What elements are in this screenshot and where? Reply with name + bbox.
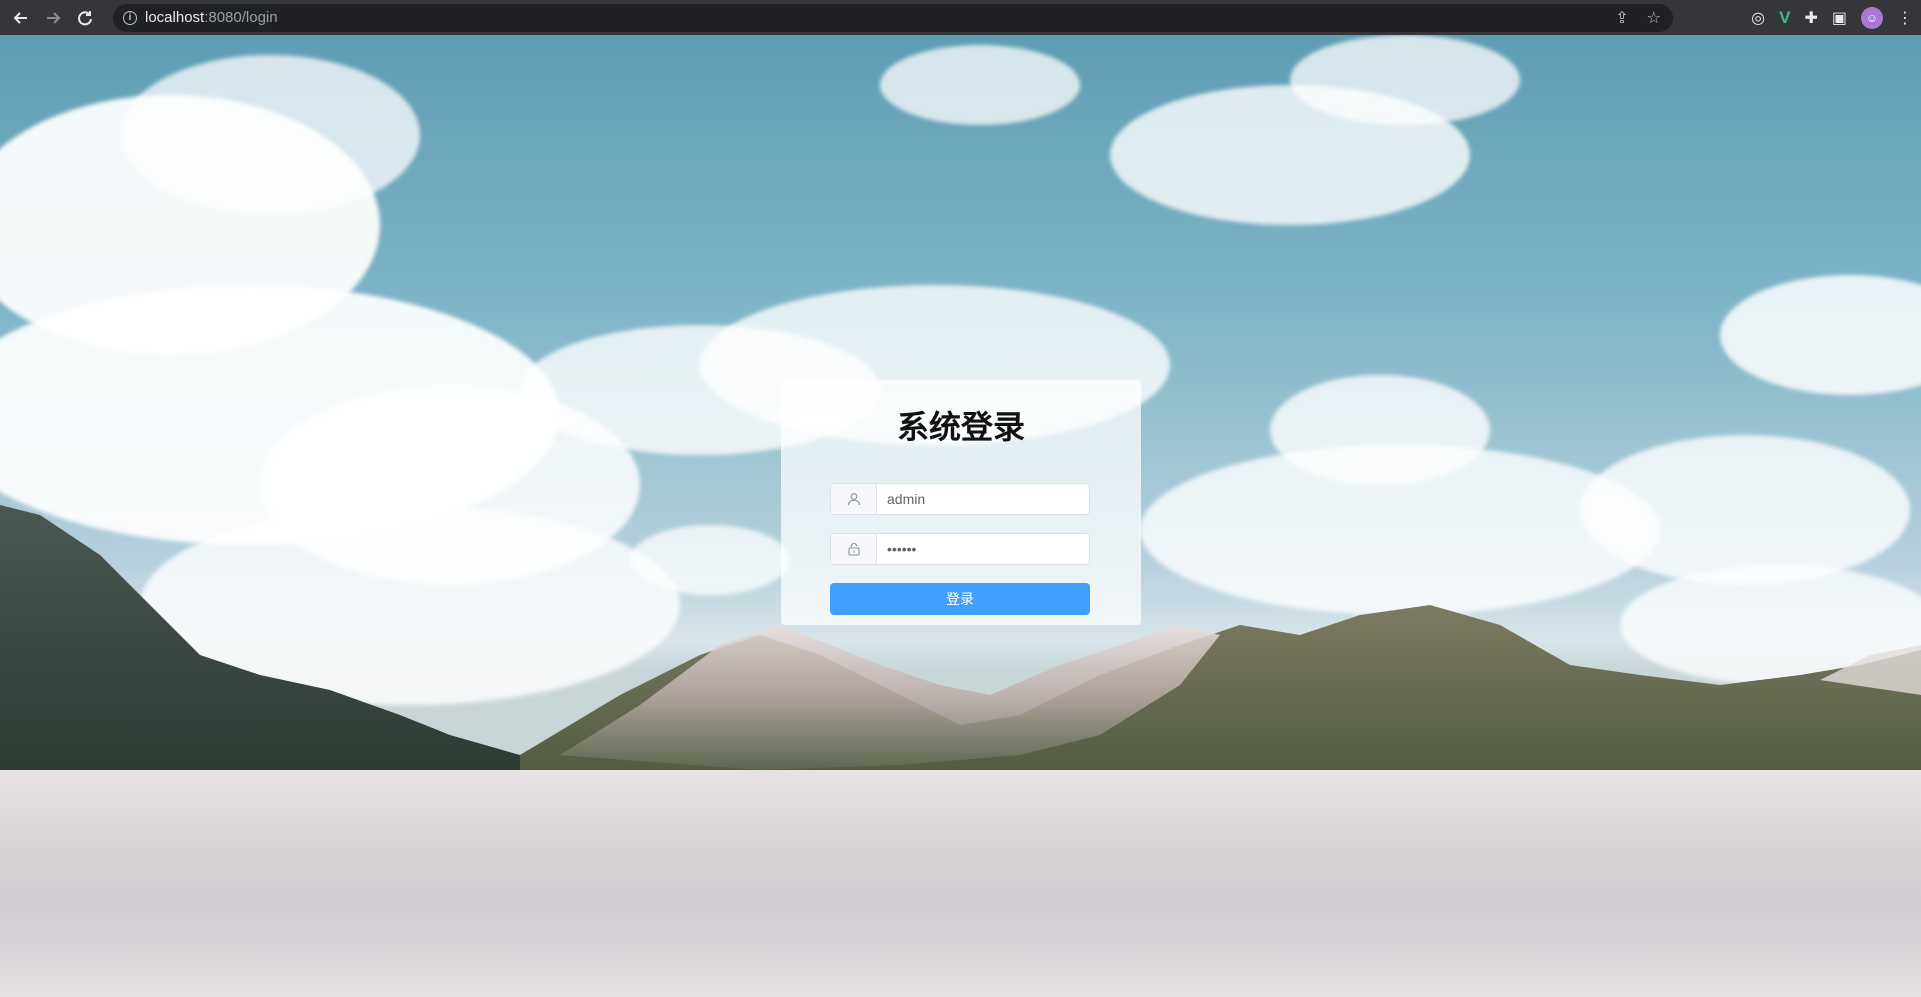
omnibox-actions: ⇪ ☆	[1615, 4, 1661, 32]
url-path: :8080/login	[204, 9, 278, 26]
user-icon	[847, 493, 860, 506]
extensions-area: ◎ V ✚ ▣ ☺ ⋮	[1751, 0, 1913, 35]
info-icon[interactable]: i	[123, 10, 137, 25]
login-card: 系统登录 登录	[781, 380, 1141, 625]
address-bar[interactable]: i localhost:8080/login ⇪ ☆	[113, 3, 1673, 32]
target-extension-icon[interactable]: ◎	[1751, 8, 1765, 28]
password-field	[830, 533, 1090, 565]
share-icon[interactable]: ⇪	[1615, 8, 1628, 28]
login-button[interactable]: 登录	[830, 583, 1090, 615]
lock-icon	[847, 543, 860, 556]
password-input[interactable]	[877, 534, 1089, 564]
login-title: 系统登录	[896, 409, 1025, 445]
bookmark-star-icon[interactable]: ☆	[1647, 8, 1661, 28]
frozen-lake	[0, 770, 1921, 997]
forward-button[interactable]	[37, 0, 69, 35]
side-panel-icon[interactable]: ▣	[1832, 8, 1847, 28]
username-prefix	[831, 484, 877, 514]
reload-button[interactable]	[69, 0, 101, 35]
reload-icon	[78, 10, 92, 25]
back-button[interactable]	[5, 0, 37, 35]
vue-devtools-icon[interactable]: V	[1779, 8, 1790, 28]
browser-toolbar: i localhost:8080/login ⇪ ☆ ◎ V ✚ ▣ ☺ ⋮	[0, 0, 1921, 35]
arrow-left-icon	[13, 11, 27, 24]
puzzle-extensions-icon[interactable]: ✚	[1804, 8, 1817, 28]
kebab-menu-icon[interactable]: ⋮	[1897, 8, 1913, 28]
url-host: localhost	[145, 9, 205, 26]
arrow-right-icon	[47, 11, 61, 24]
username-input[interactable]	[877, 484, 1089, 514]
username-field	[830, 483, 1090, 515]
profile-avatar[interactable]: ☺	[1861, 6, 1883, 29]
password-prefix	[831, 534, 877, 564]
